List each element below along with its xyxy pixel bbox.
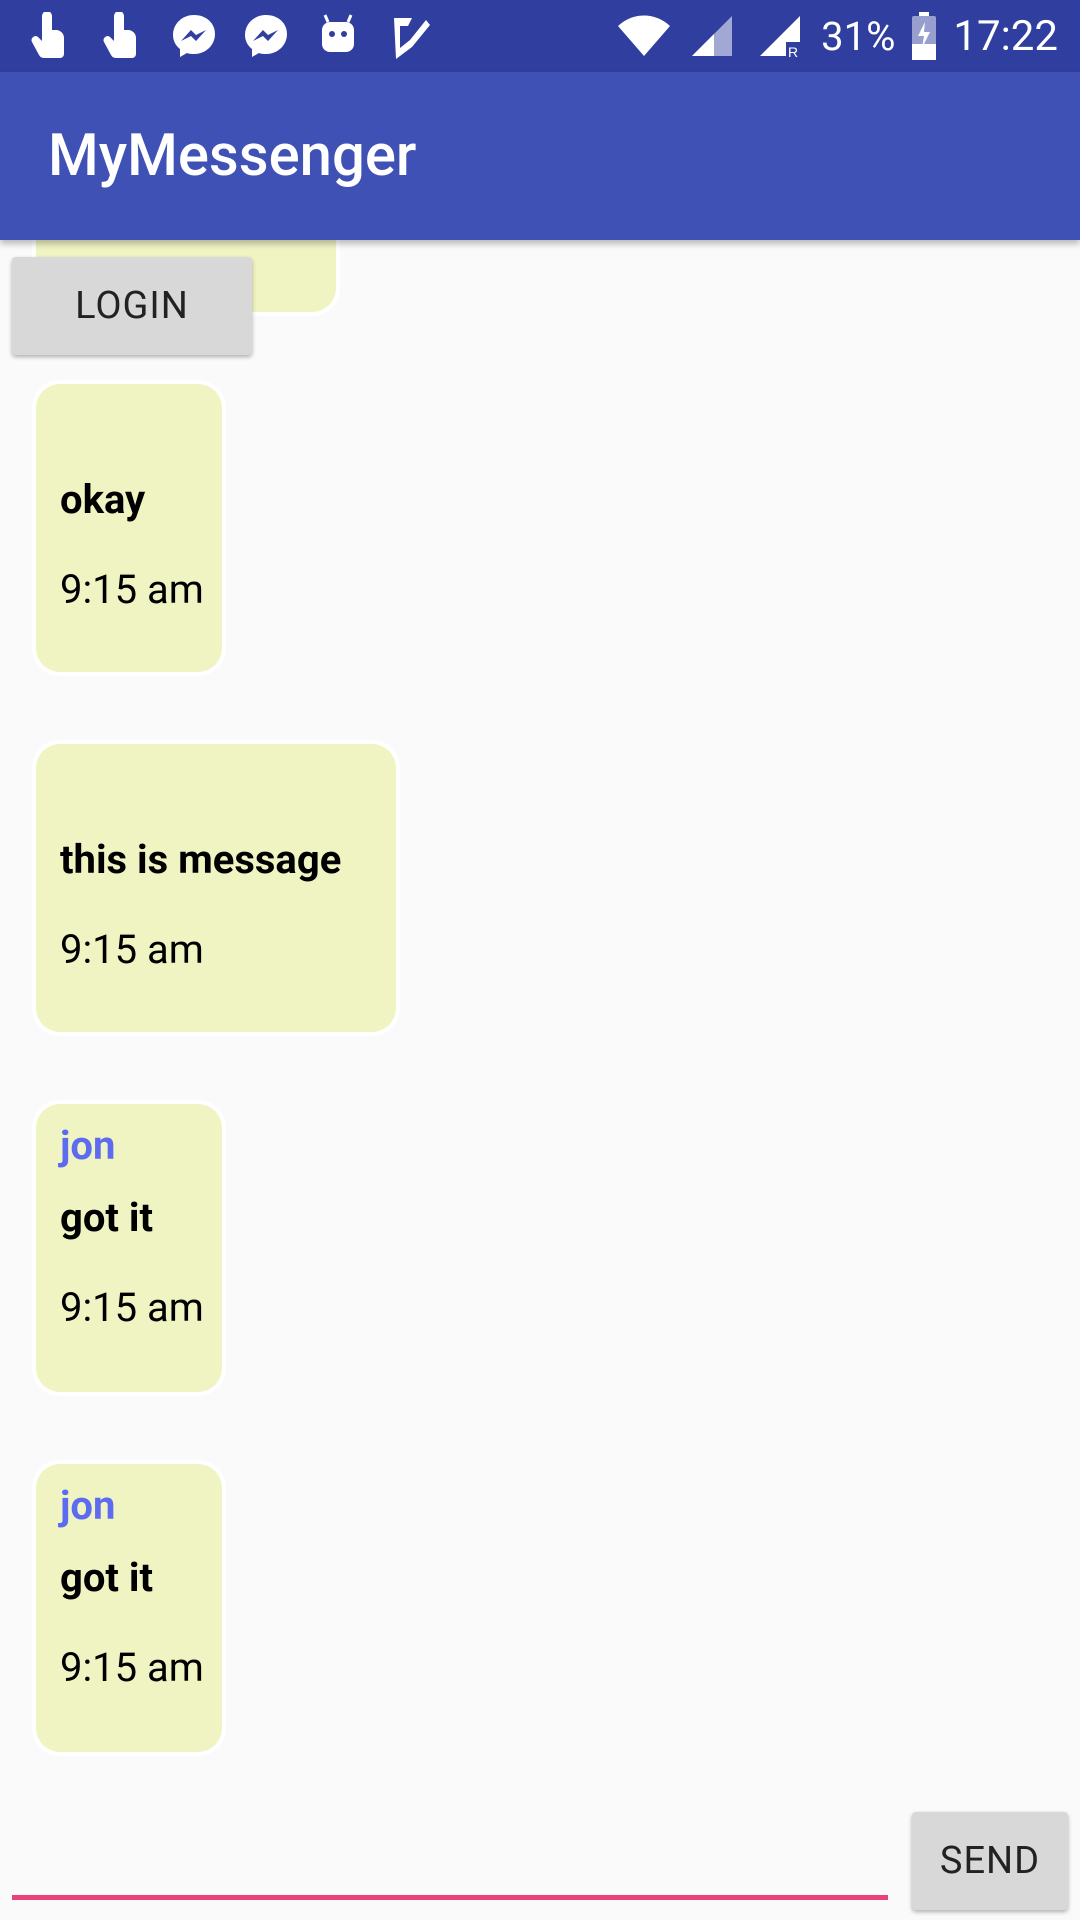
- app-title: MyMessenger: [48, 122, 417, 190]
- hand-pointer-icon: [96, 10, 148, 62]
- login-button[interactable]: LOGIN: [12, 257, 252, 355]
- message-text: got it: [60, 1194, 154, 1241]
- message-sender: jon: [60, 1482, 116, 1529]
- message-bubble: jon got it 9:15 am: [36, 1104, 222, 1392]
- messenger-icon: [168, 10, 220, 62]
- message-bubble: okay 9:15 am: [36, 384, 222, 672]
- message-bubble: this is message 9:15 am: [36, 744, 396, 1032]
- message-text: this is message: [60, 836, 342, 883]
- signal-icon: [685, 9, 739, 63]
- message-sender: jon: [60, 1122, 116, 1169]
- message-time: 9:15 am: [60, 926, 204, 973]
- wifi-icon: [617, 9, 671, 63]
- svg-text:R: R: [788, 44, 798, 58]
- app-bar: MyMessenger: [0, 72, 1080, 240]
- battery-percent: 31%: [821, 12, 896, 60]
- send-button[interactable]: SEND: [912, 1812, 1068, 1910]
- notification-icons: [24, 10, 436, 62]
- messenger-icon: [240, 10, 292, 62]
- message-time: 9:15 am: [60, 566, 204, 613]
- clock: 17:22: [953, 11, 1058, 61]
- check-icon: [384, 10, 436, 62]
- system-status: R 31% 17:22: [617, 0, 1058, 72]
- message-text: okay: [60, 476, 146, 523]
- battery-icon: [909, 9, 939, 63]
- message-time: 9:15 am: [60, 1284, 204, 1331]
- message-bubble: jon got it 9:15 am: [36, 1464, 222, 1752]
- message-time: 9:15 am: [60, 1644, 204, 1691]
- status-bar: R 31% 17:22: [0, 0, 1080, 72]
- message-list[interactable]: okay 9:15 am this is message 9:15 am jon…: [0, 240, 1080, 1780]
- android-icon: [312, 10, 364, 62]
- signal-roaming-icon: R: [753, 9, 807, 63]
- message-text: got it: [60, 1554, 154, 1601]
- hand-pointer-icon: [24, 10, 76, 62]
- message-input[interactable]: [12, 1780, 888, 1900]
